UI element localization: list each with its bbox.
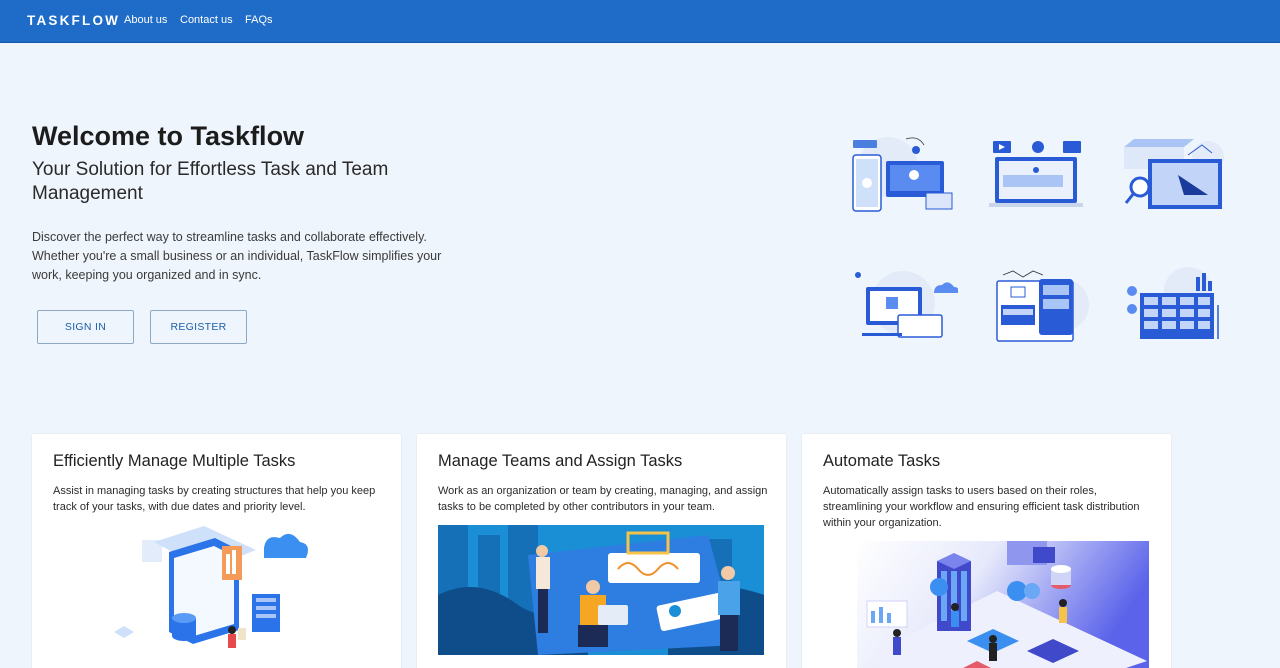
nav-link-contact[interactable]: Contact us — [180, 14, 233, 26]
shopping-apps-illustration — [996, 270, 1089, 342]
mobile-devices-illustration — [852, 137, 953, 212]
card-text: Assist in managing tasks by creating str… — [53, 485, 376, 513]
card-title: Manage Teams and Assign Tasks — [438, 452, 683, 470]
card-title: Automate Tasks — [823, 452, 941, 470]
hero-subtitle: Your Solution for Effortless Task and Te… — [32, 159, 389, 204]
sign-in-button[interactable]: SIGN IN — [37, 310, 134, 344]
task-dashboard-illustration — [114, 526, 308, 648]
analytics-search-illustration — [1124, 139, 1224, 209]
feature-card-manage-tasks: Efficiently Manage Multiple Tasks Assist… — [32, 434, 401, 668]
cloud-laptop-illustration — [855, 271, 958, 338]
nav-link-about[interactable]: About us — [124, 14, 167, 26]
feature-card-manage-teams: Manage Teams and Assign Tasks Work as an… — [417, 434, 786, 668]
media-dashboard-illustration — [989, 141, 1083, 207]
automation-isometric-illustration — [857, 541, 1149, 668]
feature-card-automate-tasks: Automate Tasks Automatically assign task… — [802, 434, 1171, 668]
spreadsheet-illustration — [1127, 267, 1219, 339]
card-text: Automatically assign tasks to users base… — [823, 485, 1140, 529]
top-navbar: TASKFLOW About us Contact us FAQs — [0, 0, 1280, 43]
hero-description: Discover the perfect way to streamline t… — [32, 230, 442, 282]
nav-link-faqs[interactable]: FAQs — [245, 14, 273, 26]
register-button[interactable]: REGISTER — [150, 310, 247, 344]
team-collaboration-illustration — [438, 525, 764, 655]
brand-logo[interactable]: TASKFLOW — [27, 13, 120, 28]
card-title: Efficiently Manage Multiple Tasks — [53, 452, 296, 470]
card-text: Work as an organization or team by creat… — [438, 485, 768, 513]
hero-title: Welcome to Taskflow — [32, 121, 305, 151]
